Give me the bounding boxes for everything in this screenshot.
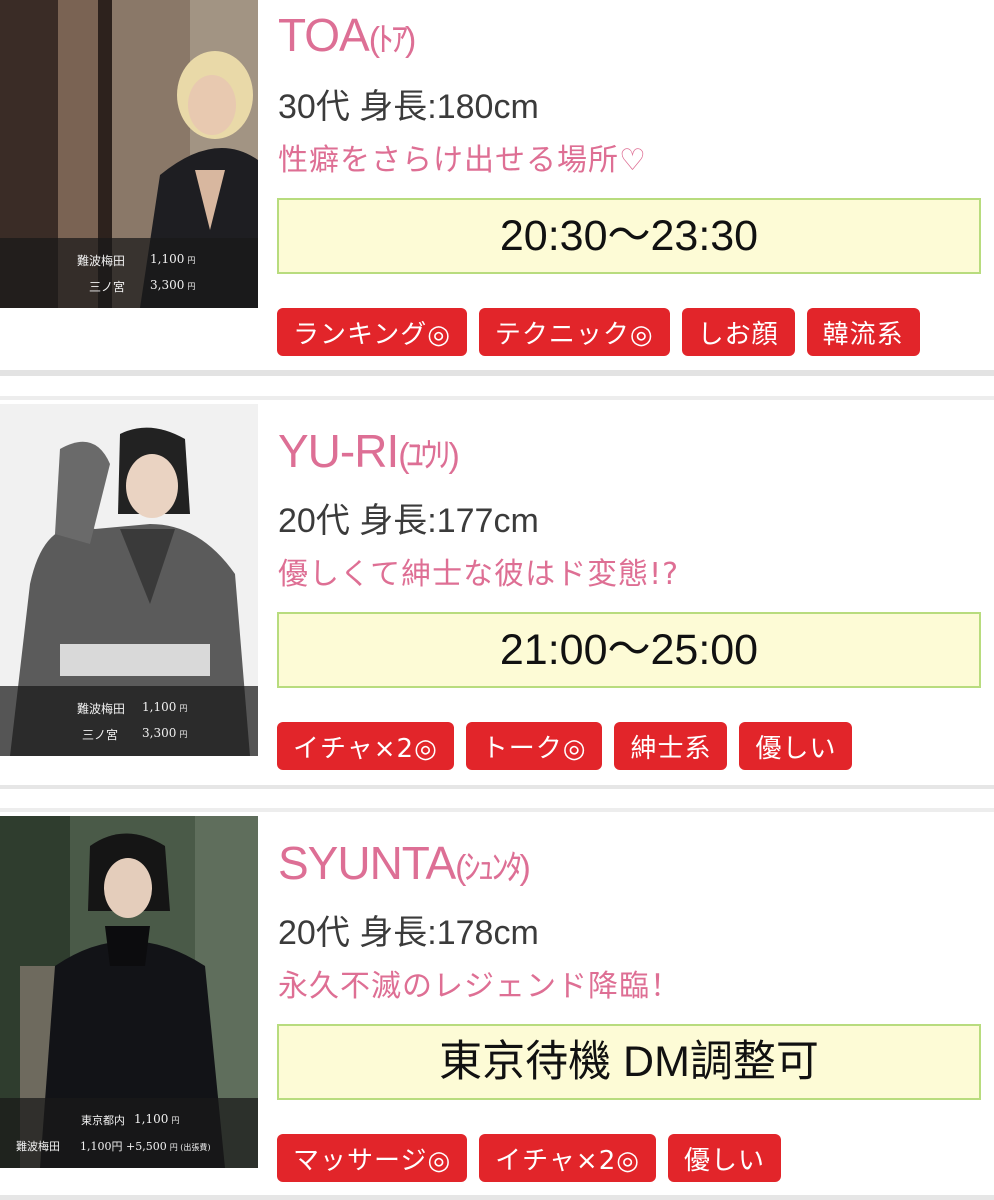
- tag[interactable]: 紳士系: [614, 722, 728, 770]
- cast-photo[interactable]: 東京都内 1,100 円 難波梅田 1,100円 +5,500 円 (出張費): [0, 816, 258, 1168]
- cast-name[interactable]: TOA(ﾄｱ): [278, 12, 416, 58]
- schedule-box: 20:30〜23:30: [277, 198, 981, 274]
- cast-photo[interactable]: 難波梅田 1,100 円 三ノ宮 3,300 円: [0, 404, 258, 756]
- tag[interactable]: ランキング◎: [277, 308, 467, 356]
- tag[interactable]: 優しい: [739, 722, 853, 770]
- tag[interactable]: テクニック◎: [478, 308, 670, 356]
- age-height: 20代 身長:177cm: [278, 502, 539, 540]
- price-value: 3,300 円: [142, 726, 188, 740]
- price-box: 難波梅田 1,100 円 三ノ宮 3,300 円: [0, 238, 258, 308]
- price-area: 難波梅田: [76, 254, 125, 268]
- divider: [0, 785, 994, 789]
- tag-list: ランキング◎ テクニック◎ しお顔 韓流系: [277, 308, 920, 356]
- cast-list: 難波梅田 1,100 円 三ノ宮 3,300 円 TOA(ﾄｱ) 30代 身長:18…: [0, 0, 994, 1200]
- divider: [0, 1195, 994, 1200]
- price-area: 東京都内: [81, 1114, 125, 1127]
- tag[interactable]: イチャ×2◎: [277, 722, 454, 770]
- age-height: 20代 身長:178cm: [278, 914, 539, 952]
- cast-name[interactable]: YU-RI(ﾕｳﾘ): [278, 428, 460, 474]
- tag[interactable]: しお顔: [681, 308, 795, 356]
- price-area: 三ノ宮: [81, 728, 118, 742]
- price-value: 1,100円 +5,500 円 (出張費): [80, 1140, 211, 1153]
- age-height: 30代 身長:180cm: [278, 88, 539, 126]
- cast-card-yuri[interactable]: 難波梅田 1,100 円 三ノ宮 3,300 円 YU-RI(ﾕｳﾘ) 20代 身長…: [0, 400, 994, 770]
- tag[interactable]: イチャ×2◎: [479, 1134, 656, 1182]
- tag[interactable]: マッサージ◎: [277, 1134, 468, 1182]
- cast-card-syunta[interactable]: 東京都内 1,100 円 難波梅田 1,100円 +5,500 円 (出張費) SY…: [0, 812, 994, 1200]
- catchphrase: 性癖をさらけ出せる場所♡: [278, 143, 647, 178]
- tag[interactable]: トーク◎: [465, 722, 603, 770]
- divider: [0, 370, 994, 376]
- tag[interactable]: 優しい: [667, 1134, 781, 1182]
- catchphrase: 優しくて紳士な彼はド変態!?: [278, 557, 680, 592]
- price-value: 1,100 円: [142, 700, 188, 714]
- schedule-box: 21:00〜25:00: [277, 612, 981, 688]
- cast-name[interactable]: SYUNTA(ｼｭﾝﾀ): [278, 840, 531, 886]
- price-box: 難波梅田 1,100 円 三ノ宮 3,300 円: [0, 686, 258, 756]
- cast-card-toa[interactable]: 難波梅田 1,100 円 三ノ宮 3,300 円 TOA(ﾄｱ) 30代 身長:18…: [0, 0, 994, 356]
- price-value: 1,100 円: [150, 252, 196, 266]
- price-value: 1,100 円: [134, 1112, 180, 1126]
- price-area: 三ノ宮: [88, 280, 125, 294]
- tag-list: マッサージ◎ イチャ×2◎ 優しい: [277, 1134, 781, 1182]
- price-area: 難波梅田: [76, 702, 125, 716]
- tag[interactable]: 韓流系: [806, 308, 920, 356]
- catchphrase: 永久不滅のレジェンド降臨！: [278, 969, 681, 1004]
- cast-photo[interactable]: 難波梅田 1,100 円 三ノ宮 3,300 円: [0, 0, 258, 308]
- tag-list: イチャ×2◎ トーク◎ 紳士系 優しい: [277, 722, 853, 770]
- price-value: 3,300 円: [150, 278, 196, 292]
- price-box: 東京都内 1,100 円 難波梅田 1,100円 +5,500 円 (出張費): [0, 1098, 258, 1168]
- schedule-box: 東京待機 DM調整可: [277, 1024, 981, 1100]
- price-area: 難波梅田: [16, 1140, 60, 1153]
